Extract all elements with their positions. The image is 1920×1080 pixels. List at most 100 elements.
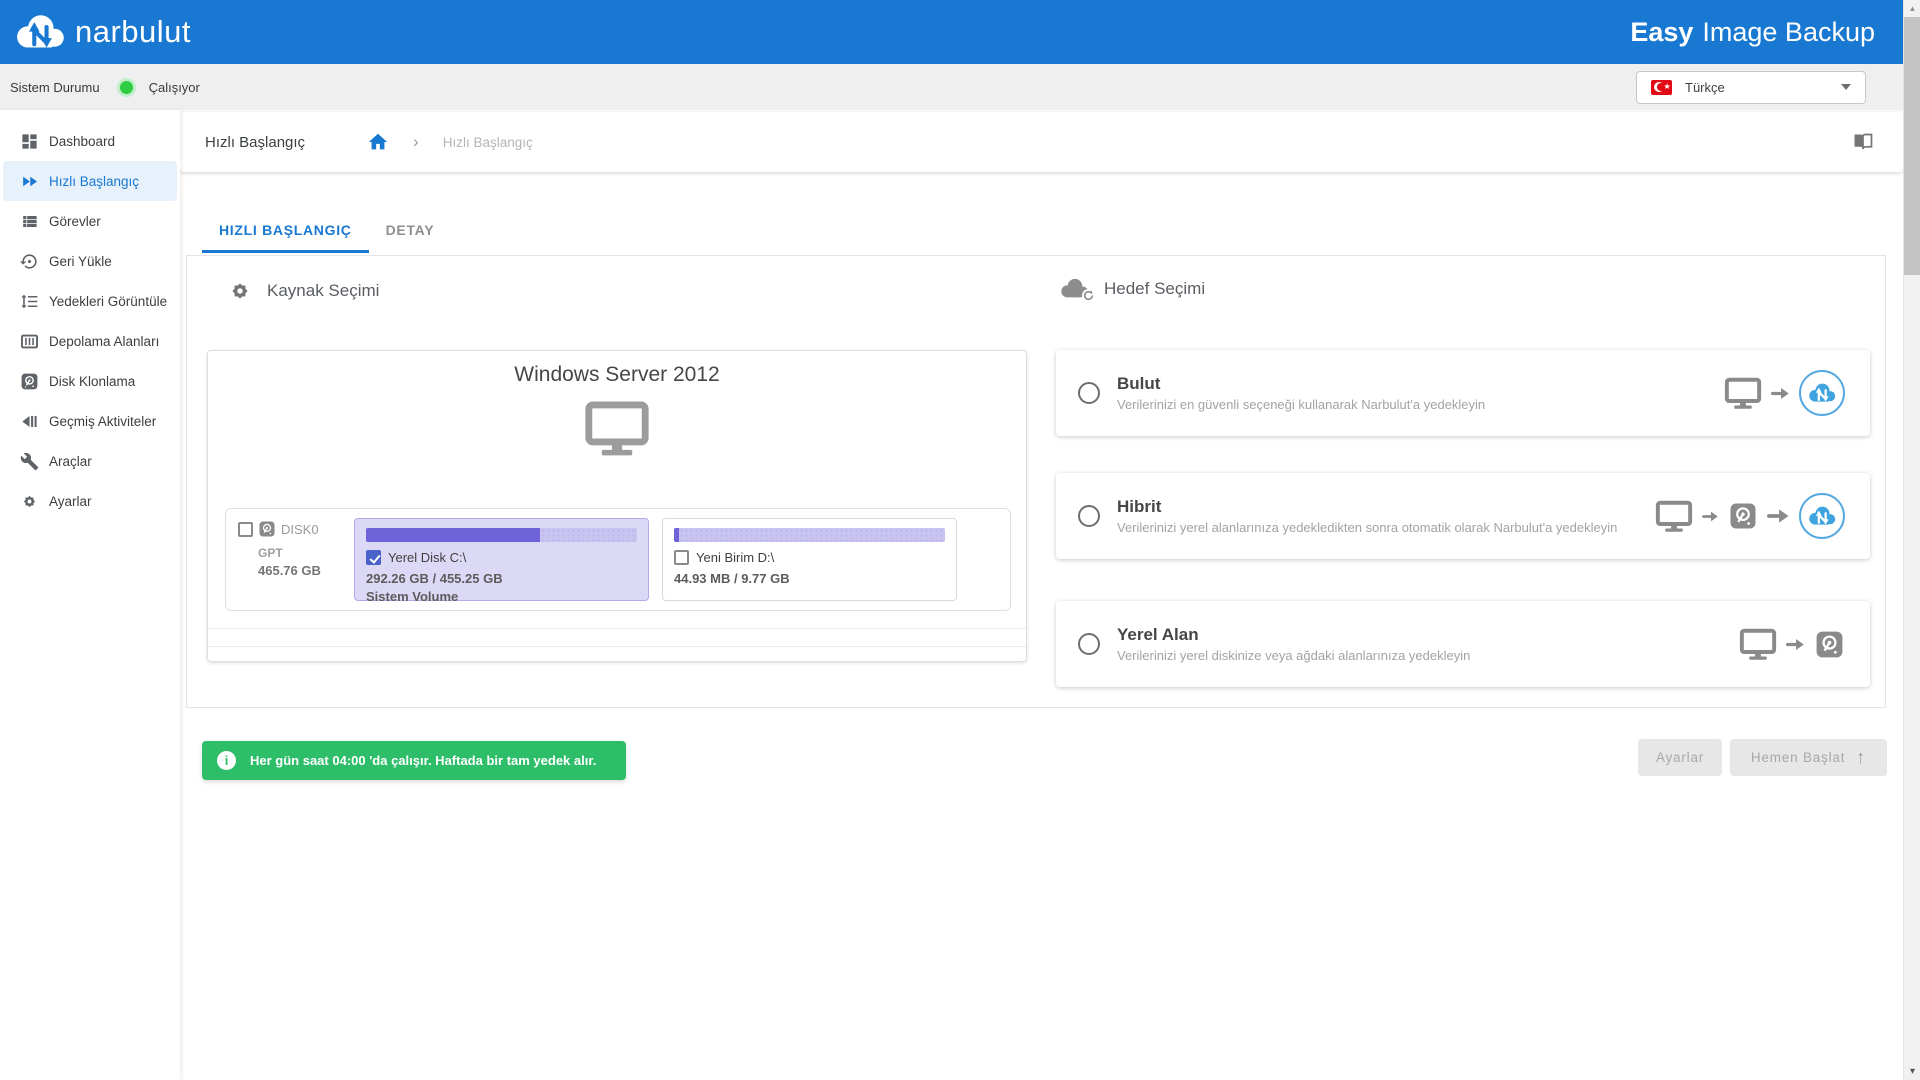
- cloud-option-title: Bulut: [1117, 374, 1485, 394]
- open-book-icon: [1851, 130, 1875, 154]
- top-header: narbulut EasyImage Backup: [0, 0, 1903, 64]
- cloud-option-description: Verilerinizi en güvenli seçeneği kullana…: [1117, 397, 1485, 412]
- computer-icon: [1724, 377, 1762, 409]
- wizard-panel: Kaynak Seçimi Windows Server 2012: [186, 255, 1886, 708]
- target-option-local[interactable]: Yerel Alan Verilerinizi yerel diskinize …: [1056, 601, 1870, 687]
- sidebar-item-restore[interactable]: Geri Yükle: [3, 241, 177, 281]
- target-option-cloud[interactable]: Bulut Verilerinizi en güvenli seçeneği k…: [1056, 350, 1870, 436]
- sidebar-item-view-backups[interactable]: Yedekleri Görüntüle: [3, 281, 177, 321]
- source-section-header: Kaynak Seçimi: [227, 278, 379, 304]
- hybrid-option-title: Hibrit: [1117, 497, 1617, 517]
- home-icon[interactable]: [367, 131, 389, 153]
- arrow-right-icon: [1786, 637, 1805, 652]
- gear-icon: [20, 492, 39, 511]
- disk-partition-table: GPT: [258, 546, 341, 560]
- main-content: Hızlı Başlangıç › Hızlı Başlangıç HIZLI …: [180, 110, 1903, 1080]
- arrow-right-icon: [1702, 510, 1719, 523]
- cloud-flow-diagram: [1724, 370, 1845, 416]
- volume-c-label: Sistem Volume: [366, 589, 637, 604]
- breadcrumb-current: Hızlı Başlangıç: [443, 135, 533, 150]
- machine-name: Windows Server 2012: [208, 363, 1026, 387]
- volume-d-usage-fill: [674, 528, 679, 542]
- documentation-button[interactable]: [1851, 130, 1875, 154]
- narbulut-cloud-icon: [1799, 493, 1845, 539]
- schedule-notice-text: Her gün saat 04:00 'da çalışır. Haftada …: [250, 753, 596, 768]
- start-now-button[interactable]: Hemen Başlat ↑: [1730, 739, 1887, 776]
- computer-icon: [1655, 500, 1693, 532]
- status-running-dot: [120, 81, 133, 94]
- volume-d-usage: 44.93 MB / 9.77 GB: [674, 571, 945, 586]
- hybrid-radio[interactable]: [1078, 505, 1100, 527]
- system-status-label: Sistem Durumu: [10, 80, 100, 95]
- narbulut-cloud-icon: [1799, 370, 1845, 416]
- sidebar-item-tasks[interactable]: Görevler: [3, 201, 177, 241]
- local-option-description: Verilerinizi yerel diskinize veya ağdaki…: [1117, 648, 1470, 663]
- gear-icon: [227, 278, 253, 304]
- schedule-notice: i Her gün saat 04:00 'da çalışır. Haftad…: [202, 741, 626, 780]
- tab-quick-start[interactable]: HIZLI BAŞLANGIÇ: [202, 210, 369, 253]
- disk-meta: DISK0 GPT 465.76 GB: [238, 518, 341, 601]
- restore-icon: [20, 252, 39, 271]
- target-option-hybrid[interactable]: Hibrit Verilerinizi yerel alanlarınıza y…: [1056, 473, 1870, 559]
- scrollbar[interactable]: ▲ ▾: [1903, 0, 1920, 1080]
- wrench-icon: [20, 452, 39, 471]
- sidebar-item-tools[interactable]: Araçlar: [3, 441, 177, 481]
- disk-row: DISK0 GPT 465.76 GB Yerel Disk C:\: [225, 508, 1011, 611]
- breadcrumb-chevron-icon: ›: [413, 132, 419, 152]
- language-select[interactable]: ★ Türkçe: [1636, 71, 1866, 104]
- volume-c-usage-fill: [366, 528, 540, 542]
- local-disk-icon: [1814, 629, 1845, 660]
- source-machine-card: Windows Server 2012: [207, 350, 1027, 662]
- scrollbar-thumb[interactable]: [1904, 17, 1920, 275]
- cloud-radio[interactable]: [1078, 382, 1100, 404]
- divider: [208, 646, 1026, 647]
- computer-icon: [208, 400, 1026, 456]
- local-radio[interactable]: [1078, 633, 1100, 655]
- arrow-right-icon: [1771, 386, 1790, 401]
- sidebar-item-dashboard[interactable]: Dashboard: [3, 121, 177, 161]
- volume-c-usage-bar: [366, 528, 637, 542]
- hybrid-flow-diagram: [1655, 493, 1845, 539]
- volume-d-usage-bar: [674, 528, 945, 542]
- status-bar: Sistem Durumu Çalışıyor ★ Türkçe: [0, 64, 1903, 110]
- language-value: Türkçe: [1685, 80, 1725, 95]
- sidebar: Dashboard Hızlı Başlangıç Görevler Geri …: [0, 110, 180, 1080]
- hard-disk-icon: [20, 372, 39, 391]
- storage-crate-icon: [20, 332, 39, 351]
- volume-c-checkbox[interactable]: [366, 550, 381, 565]
- disk-checkbox[interactable]: [238, 522, 253, 537]
- volume-c[interactable]: Yerel Disk C:\ 292.26 GB / 455.25 GB Sis…: [354, 518, 649, 601]
- sidebar-item-settings[interactable]: Ayarlar: [3, 481, 177, 521]
- brand-logo: narbulut: [0, 14, 191, 50]
- tab-bar: HIZLI BAŞLANGIÇ DETAY: [202, 210, 451, 253]
- sidebar-item-storage-areas[interactable]: Depolama Alanları: [3, 321, 177, 361]
- local-option-title: Yerel Alan: [1117, 625, 1470, 645]
- turkish-flag-icon: ★: [1651, 80, 1672, 95]
- scrollbar-down-button[interactable]: ▾: [1904, 1063, 1920, 1080]
- local-disk-icon: [1728, 501, 1758, 531]
- sidebar-item-disk-cloning[interactable]: Disk Klonlama: [3, 361, 177, 401]
- divider: [208, 628, 1026, 629]
- tab-detail[interactable]: DETAY: [369, 210, 452, 253]
- target-section-header: Hedef Seçimi: [1059, 278, 1205, 299]
- breadcrumb: Hızlı Başlangıç › Hızlı Başlangıç: [180, 112, 1903, 172]
- disk-size: 465.76 GB: [258, 563, 341, 578]
- settings-button[interactable]: Ayarlar: [1638, 739, 1722, 776]
- fast-forward-icon: [20, 172, 39, 191]
- volume-c-usage: 292.26 GB / 455.25 GB: [366, 571, 637, 586]
- cloud-sync-icon: [1059, 278, 1090, 299]
- system-status-value: Çalışıyor: [149, 80, 200, 95]
- dashboard-grid-icon: [20, 132, 39, 151]
- scrollbar-up-button[interactable]: ▲: [1904, 0, 1920, 17]
- disk-name: DISK0: [281, 522, 319, 537]
- narbulut-cloud-logo-icon: [13, 14, 67, 50]
- hard-disk-icon: [258, 520, 276, 538]
- source-section-title: Kaynak Seçimi: [267, 281, 379, 301]
- volume-d[interactable]: Yeni Birim D:\ 44.93 MB / 9.77 GB: [662, 518, 957, 601]
- sidebar-item-past-activities[interactable]: Geçmiş Aktiviteler: [3, 401, 177, 441]
- volume-d-checkbox[interactable]: [674, 550, 689, 565]
- arrow-right-icon: [1767, 507, 1790, 525]
- arrow-up-icon: ↑: [1856, 747, 1866, 768]
- volume-d-name: Yeni Birim D:\: [696, 550, 774, 565]
- sidebar-item-quick-start[interactable]: Hızlı Başlangıç: [3, 161, 177, 201]
